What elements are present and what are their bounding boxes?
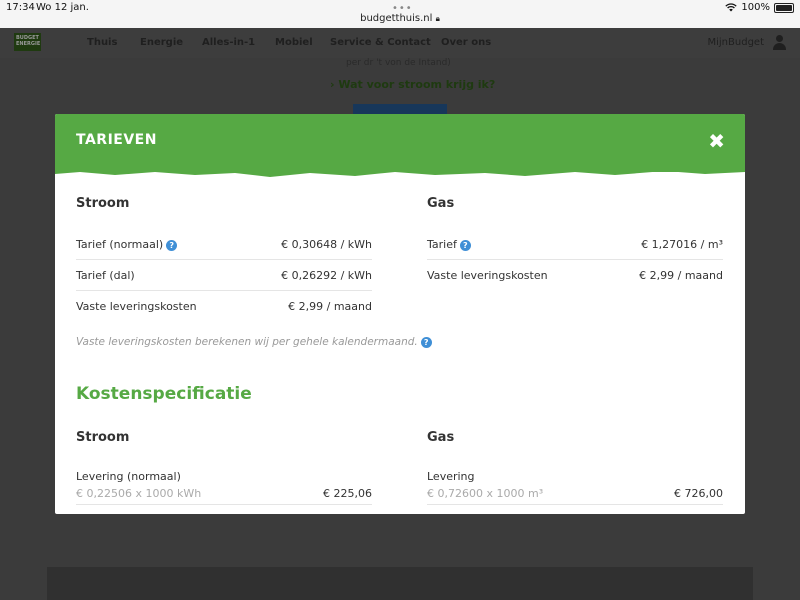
stroom-tarieven: Stroom Tarief (normaal)? € 0,30648 / kWh… — [76, 196, 372, 322]
row-value: € 2,99 / maand — [288, 300, 372, 313]
nav-item-thuis[interactable]: Thuis — [87, 37, 117, 48]
user-icon[interactable] — [772, 35, 786, 51]
lock-icon: 🔒︎ — [435, 14, 440, 23]
row-calculation: € 0,22506 x 1000 kWh — [76, 487, 202, 500]
gas-tarief-row: Tarief? € 1,27016 / m³ — [427, 229, 723, 260]
gas-heading: Gas — [427, 196, 455, 211]
close-icon[interactable]: ✖ — [708, 129, 725, 153]
ios-status-bar: 17:34 Wo 12 jan. ••• budgetthuis.nl 🔒︎ 1… — [0, 0, 800, 28]
vaste-kosten-note: Vaste leveringskosten berekenen wij per … — [76, 336, 432, 348]
tarief-dal-row: Tarief (dal) € 0,26292 / kWh — [76, 260, 372, 291]
levering-gas-row: Levering € 0,72600 x 1000 m³ € 726,00 — [427, 467, 723, 505]
wifi-icon — [725, 3, 738, 12]
kosten-gas-heading: Gas — [427, 430, 455, 445]
kosten-stroom: Stroom Levering (normaal) € 0,22506 x 10… — [76, 430, 372, 505]
row-label: Tarief (dal) — [76, 269, 135, 282]
row-value: € 225,06 — [323, 487, 372, 500]
kosten-stroom-heading: Stroom — [76, 430, 130, 445]
kosten-gas: Gas Levering € 0,72600 x 1000 m³ € 726,0… — [427, 430, 723, 505]
kostenspecificatie-heading: Kostenspecificatie — [76, 384, 252, 404]
background-text: per dr 't von de Intand) — [346, 58, 451, 68]
row-label: Vaste leveringskosten — [427, 269, 548, 282]
vaste-kosten-row: Vaste leveringskosten € 2,99 / maand — [76, 291, 372, 322]
row-calculation: € 0,72600 x 1000 m³ — [427, 487, 544, 500]
tarieven-modal: TARIEVEN ✖ Stroom Tarief (normaal)? € 0,… — [55, 114, 745, 514]
stroom-heading: Stroom — [76, 196, 130, 211]
row-label: Tarief (normaal) — [76, 238, 164, 251]
nav-item-alles-in-1[interactable]: Alles-in-1 — [202, 37, 255, 48]
gas-vaste-kosten-row: Vaste leveringskosten € 2,99 / maand — [427, 260, 723, 291]
row-value: € 2,99 / maand — [639, 269, 723, 282]
nav-item-mobiel[interactable]: Mobiel — [275, 37, 313, 48]
brand-logo[interactable]: BUDGET ENERGIE — [14, 33, 41, 51]
row-value: € 0,30648 / kWh — [281, 238, 372, 251]
battery-icon — [774, 2, 794, 13]
row-label: Vaste leveringskosten — [76, 300, 197, 313]
row-label: Levering (normaal) — [76, 470, 181, 483]
torn-edge — [55, 164, 745, 177]
help-icon[interactable]: ? — [166, 240, 178, 251]
modal-title: TARIEVEN — [76, 132, 157, 148]
account-link[interactable]: MijnBudget — [708, 37, 765, 48]
clock: 17:34 — [6, 2, 35, 13]
gas-tarieven: Gas Tarief? € 1,27016 / m³ Vaste leverin… — [427, 196, 723, 291]
background-link[interactable]: › Wat voor stroom krijg ik? — [330, 78, 495, 91]
help-icon[interactable]: ? — [420, 337, 432, 348]
row-value: € 1,27016 / m³ — [641, 238, 723, 251]
nav-item-over-ons[interactable]: Over ons — [441, 37, 491, 48]
site-nav: BUDGET ENERGIE Thuis Energie Alles-in-1 … — [0, 28, 800, 58]
status-right: 100% — [725, 2, 794, 13]
nav-item-service-contact[interactable]: Service & Contact — [330, 37, 431, 48]
nav-item-energie[interactable]: Energie — [140, 37, 183, 48]
row-label: Levering — [427, 470, 475, 483]
address-bar[interactable]: budgetthuis.nl 🔒︎ — [0, 13, 800, 24]
modal-header: TARIEVEN ✖ — [55, 114, 745, 177]
background-panel — [47, 567, 753, 600]
background-button[interactable] — [353, 104, 447, 114]
help-icon[interactable]: ? — [459, 240, 471, 251]
levering-normaal-row: Levering (normaal) € 0,22506 x 1000 kWh … — [76, 467, 372, 505]
row-label: Tarief — [427, 238, 457, 251]
url-text: budgetthuis.nl — [360, 13, 433, 24]
row-value: € 0,26292 / kWh — [281, 269, 372, 282]
battery-percent: 100% — [741, 2, 770, 13]
tarief-normaal-row: Tarief (normaal)? € 0,30648 / kWh — [76, 229, 372, 260]
date: Wo 12 jan. — [36, 2, 89, 13]
row-value: € 726,00 — [674, 487, 723, 500]
background-page: per dr 't von de Intand) › Wat voor stro… — [0, 58, 800, 114]
